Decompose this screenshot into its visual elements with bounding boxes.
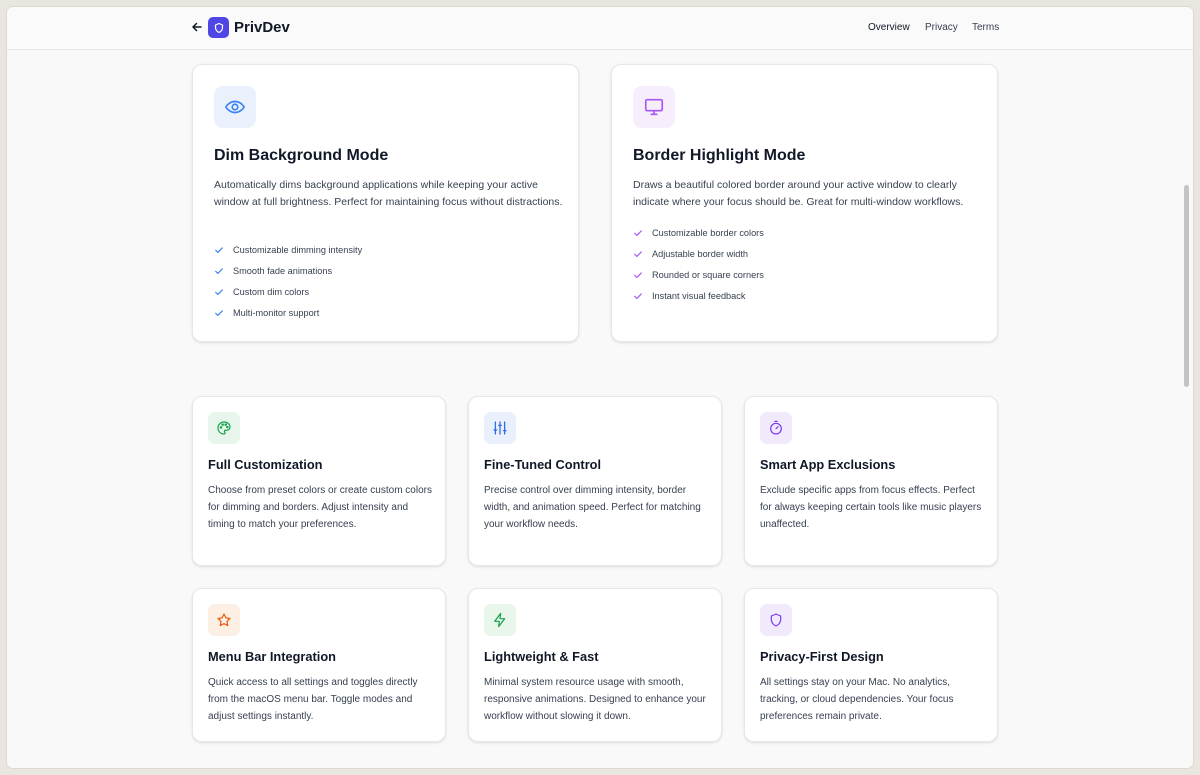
feature-label: Instant visual feedback [652,291,746,301]
feature-label: Smooth fade animations [233,266,333,276]
mode-card-dim: Dim Background Mode Automatically dims b… [192,64,579,342]
mode-description: Automatically dims background applicatio… [214,179,563,208]
feature-card-customization: Full Customization Choose from preset co… [192,396,446,566]
check-icon [634,230,642,236]
shield-icon [214,22,223,33]
feature-item: Custom dim colors [214,287,534,297]
app-window: PrivDev Overview Privacy Terms Dim Backg… [7,7,1193,768]
feature-card-menubar: Menu Bar Integration Quick access to all… [192,588,446,742]
check-icon [634,251,642,257]
feature-label: Customizable dimming intensity [233,245,363,255]
feature-title: Menu Bar Integration [208,649,336,664]
nav-privacy[interactable]: Privacy [925,22,958,33]
sliders-icon [484,412,516,444]
feature-description: Quick access to all settings and toggles… [208,677,418,722]
feature-card-control: Fine-Tuned Control Precise control over … [468,396,722,566]
feature-item: Customizable border colors [633,228,953,238]
check-icon [215,268,223,274]
feature-description: Choose from preset colors or create cust… [208,485,432,530]
check-icon [215,247,223,253]
mode-description: Draws a beautiful colored border around … [633,179,964,208]
feature-title: Smart App Exclusions [760,457,896,472]
mode-title: Dim Background Mode [214,147,389,164]
feature-card-exclusions: Smart App Exclusions Exclude specific ap… [744,396,998,566]
brand-name[interactable]: PrivDev [234,19,290,36]
feature-description: Precise control over dimming intensity, … [484,485,701,530]
check-icon [215,289,223,295]
palette-icon [208,412,240,444]
feature-description: Exclude specific apps from focus effects… [760,485,982,530]
feature-title: Lightweight & Fast [484,649,599,664]
mode-title: Border Highlight Mode [633,147,806,164]
feature-label: Custom dim colors [233,287,310,297]
feature-description: All settings stay on your Mac. No analyt… [760,677,954,722]
feature-title: Fine-Tuned Control [484,457,602,472]
nav-terms[interactable]: Terms [972,22,999,33]
lightning-icon [484,604,516,636]
nav-overview[interactable]: Overview [868,22,910,33]
feature-label: Rounded or square corners [652,270,764,280]
back-arrow-icon[interactable] [190,20,204,34]
feature-label: Customizable border colors [652,228,764,238]
eye-icon [214,86,256,128]
feature-item: Rounded or square corners [633,270,953,280]
site-header: PrivDev Overview Privacy Terms [7,7,1193,50]
feature-item: Customizable dimming intensity [214,245,534,255]
feature-item: Adjustable border width [633,249,953,259]
brand-logo[interactable] [208,17,229,38]
check-icon [215,310,223,316]
timer-icon [760,412,792,444]
monitor-icon [633,86,675,128]
feature-label: Multi-monitor support [233,308,320,318]
star-icon [208,604,240,636]
feature-title: Privacy-First Design [760,649,884,664]
shield-icon [760,604,792,636]
feature-item: Multi-monitor support [214,308,534,318]
check-icon [634,272,642,278]
feature-title: Full Customization [208,457,323,472]
feature-card-lightweight: Lightweight & Fast Minimal system resour… [468,588,722,742]
mode-card-border: Border Highlight Mode Draws a beautiful … [611,64,998,342]
feature-description: Minimal system resource usage with smoot… [484,677,706,722]
scrollbar-thumb[interactable] [1184,185,1189,387]
check-icon [634,293,642,299]
feature-item: Instant visual feedback [633,291,953,301]
feature-label: Adjustable border width [652,249,749,259]
feature-card-privacy: Privacy-First Design All settings stay o… [744,588,998,742]
feature-item: Smooth fade animations [214,266,534,276]
